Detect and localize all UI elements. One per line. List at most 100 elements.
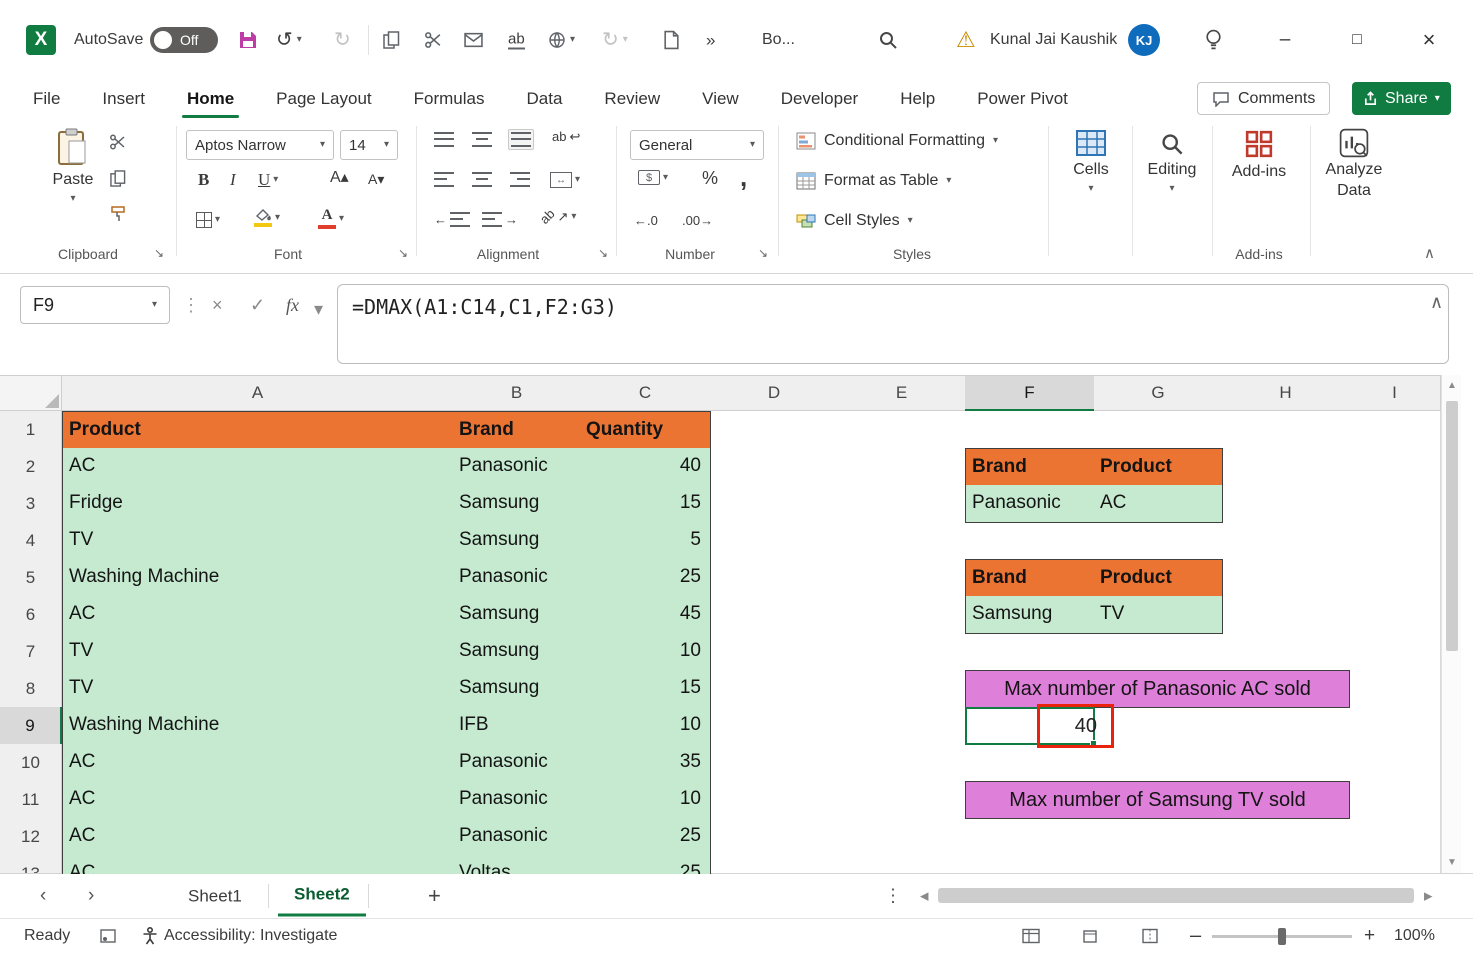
avatar[interactable]: KJ (1128, 24, 1160, 56)
cell-C1[interactable]: Quantity (580, 411, 711, 449)
scroll-up-icon[interactable]: ▲ (1442, 380, 1462, 391)
cut-button[interactable] (110, 134, 126, 150)
cell-E1[interactable] (838, 411, 966, 449)
cell-B11[interactable]: Panasonic (453, 781, 581, 819)
cell-B9[interactable]: IFB (453, 707, 581, 745)
cell-I8[interactable] (1349, 670, 1441, 708)
cell-B8[interactable]: Samsung (453, 670, 581, 708)
cell-F12[interactable] (965, 818, 1095, 856)
cell-E6[interactable] (838, 596, 966, 634)
more-commands-button[interactable]: » (706, 32, 715, 49)
cell-C13[interactable]: 25 (580, 855, 711, 874)
page-layout-view-button[interactable] (1082, 928, 1098, 944)
copy-button[interactable] (110, 170, 126, 187)
align-right-button[interactable] (510, 172, 530, 187)
banner-cell-F11[interactable]: Max number of Samsung TV sold (965, 781, 1350, 819)
maximize-button[interactable]: □ (1334, 17, 1380, 63)
cell-C7[interactable]: 10 (580, 633, 711, 671)
cell-F10[interactable] (965, 744, 1095, 782)
cell-E4[interactable] (838, 522, 966, 560)
cell-A11[interactable]: AC (62, 781, 454, 819)
underline-button[interactable]: U▾ (258, 170, 278, 190)
cell-G10[interactable] (1094, 744, 1223, 782)
paste-button[interactable]: Paste ▾ (44, 128, 102, 244)
name-box[interactable]: F9 ▾ (20, 286, 170, 324)
cell-E11[interactable] (838, 781, 966, 819)
cell-A3[interactable]: Fridge (62, 485, 454, 523)
minimize-button[interactable]: – (1262, 17, 1308, 63)
collapse-ribbon-icon[interactable]: ∧ (1424, 244, 1435, 262)
cell-C2[interactable]: 40 (580, 448, 711, 486)
cell-E10[interactable] (838, 744, 966, 782)
cell-C8[interactable]: 15 (580, 670, 711, 708)
cell-H4[interactable] (1222, 522, 1350, 560)
redo-button[interactable]: ↻ (334, 30, 351, 50)
account-button[interactable]: Kunal Jai Kaushik (990, 31, 1117, 49)
cell-B1[interactable]: Brand (453, 411, 581, 449)
horizontal-scroll-thumb[interactable] (938, 888, 1414, 903)
sheet-tab-sheet2[interactable]: Sheet2 (278, 876, 366, 917)
cell-H13[interactable] (1222, 855, 1350, 874)
undo-button[interactable]: ↺▾ (276, 30, 302, 50)
cell-E7[interactable] (838, 633, 966, 671)
redo-history-button[interactable]: ↻▾ (602, 30, 628, 50)
cell-A4[interactable]: TV (62, 522, 454, 560)
cell-H10[interactable] (1222, 744, 1350, 782)
cell-G4[interactable] (1094, 522, 1223, 560)
autosave-toggle[interactable]: Off (150, 27, 218, 53)
tab-page-layout[interactable]: Page Layout (255, 80, 392, 118)
cell-D13[interactable] (710, 855, 839, 874)
column-header-E[interactable]: E (838, 376, 966, 411)
cell-D1[interactable] (710, 411, 839, 449)
align-center-button[interactable] (472, 172, 492, 187)
cell-E9[interactable] (838, 707, 966, 745)
enter-entry-icon[interactable]: ✓ (250, 295, 265, 316)
zoom-level[interactable]: 100% (1394, 927, 1435, 945)
tab-home[interactable]: Home (166, 80, 255, 118)
font-color-button[interactable]: A ▾ (318, 208, 344, 229)
tab-help[interactable]: Help (879, 80, 956, 118)
number-dialog-launcher-icon[interactable]: ↘ (758, 246, 768, 260)
tab-insert[interactable]: Insert (81, 80, 166, 118)
cell-A5[interactable]: Washing Machine (62, 559, 454, 597)
cell-B3[interactable]: Samsung (453, 485, 581, 523)
copy-button[interactable] (383, 31, 400, 49)
cell-I9[interactable] (1349, 707, 1441, 745)
normal-view-button[interactable] (1022, 929, 1040, 944)
row-header-7[interactable]: 7 (0, 633, 62, 671)
column-header-A[interactable]: A (62, 376, 454, 411)
orientation-button[interactable]: ab↗▾ (540, 210, 576, 223)
align-middle-button[interactable] (472, 132, 492, 147)
cell-C10[interactable]: 35 (580, 744, 711, 782)
accessibility-status[interactable]: Accessibility: Investigate (142, 927, 337, 945)
sheet-tab-sheet1[interactable]: Sheet1 (172, 876, 258, 917)
cells-button[interactable]: Cells ▾ (1062, 130, 1120, 194)
cell-C5[interactable]: 25 (580, 559, 711, 597)
row-header-8[interactable]: 8 (0, 670, 62, 708)
tab-power-pivot[interactable]: Power Pivot (956, 80, 1089, 118)
cell-A13[interactable]: AC (62, 855, 454, 874)
font-size-select[interactable]: 14▾ (340, 130, 398, 160)
tab-developer[interactable]: Developer (760, 80, 880, 118)
cut-button[interactable] (425, 32, 442, 49)
vertical-scrollbar[interactable]: ▲ ▼ (1441, 375, 1461, 873)
increase-indent-button[interactable]: → (482, 212, 518, 227)
search-button[interactable] (878, 30, 898, 50)
new-file-button[interactable] (664, 31, 679, 50)
clipboard-dialog-launcher-icon[interactable]: ↘ (154, 246, 164, 260)
cell-I12[interactable] (1349, 818, 1441, 856)
select-all-corner[interactable] (0, 376, 62, 411)
row-header-4[interactable]: 4 (0, 522, 62, 560)
cell-D12[interactable] (710, 818, 839, 856)
find-replace-button[interactable]: ab (508, 31, 525, 50)
cell-G1[interactable] (1094, 411, 1223, 449)
addins-button[interactable]: Add-ins (1226, 130, 1292, 181)
cell-I3[interactable] (1349, 485, 1441, 523)
cell-D5[interactable] (710, 559, 839, 597)
cell-F5[interactable]: Brand (965, 559, 1095, 597)
cell-I1[interactable] (1349, 411, 1441, 449)
cell-G2[interactable]: Product (1094, 448, 1223, 486)
row-header-2[interactable]: 2 (0, 448, 62, 486)
increase-decimal-button[interactable]: ←.0 (634, 214, 658, 227)
cell-I2[interactable] (1349, 448, 1441, 486)
